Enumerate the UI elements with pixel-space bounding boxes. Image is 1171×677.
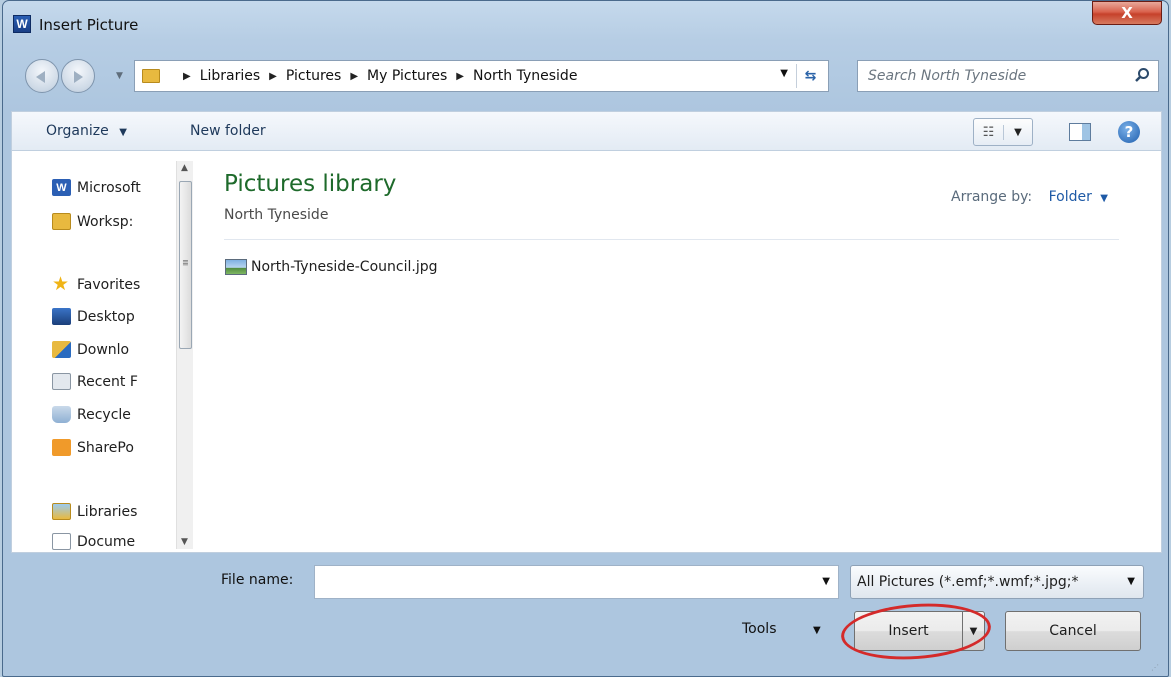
breadcrumb-arrow-icon[interactable]: ▶ (350, 71, 358, 82)
file-list-pane: Pictures library North Tyneside Arrange … (195, 151, 1162, 552)
arrange-by-label: Arrange by: (951, 189, 1033, 205)
search-box[interactable] (857, 60, 1159, 92)
breadcrumb-arrow-icon[interactable]: ▶ (456, 71, 464, 82)
close-icon: X (1121, 4, 1133, 22)
refresh-icon: ⇆ (804, 68, 817, 84)
insert-button[interactable]: Insert (855, 612, 963, 650)
back-button[interactable] (25, 59, 59, 93)
sharepoint-icon (52, 439, 71, 456)
nav-item-microsoft-word[interactable]: W Microsoft (52, 179, 194, 196)
view-options-icon[interactable]: ☷ (974, 124, 1004, 140)
breadcrumb-north-tyneside[interactable]: North Tyneside (473, 68, 577, 84)
tools-button[interactable]: Tools (742, 621, 777, 637)
nav-pane-scrollbar[interactable]: ▲ ═ ═ ▼ (176, 161, 193, 549)
organize-button[interactable]: Organize ▼ (46, 123, 127, 139)
desktop-icon (52, 308, 71, 325)
forward-button[interactable] (61, 59, 95, 93)
resize-grip-icon[interactable]: ⋰ (1151, 663, 1160, 672)
divider (224, 239, 1119, 240)
folder-icon (142, 69, 160, 83)
breadcrumb-arrow-icon[interactable]: ▶ (183, 71, 191, 82)
word-app-icon: W (13, 15, 31, 33)
search-input[interactable] (868, 68, 1128, 84)
chevron-down-icon[interactable]: ▼ (813, 625, 821, 636)
nav-item-recent-places[interactable]: Recent F (52, 373, 194, 390)
chevron-down-icon[interactable]: ▼ (963, 612, 984, 650)
breadcrumb-my-pictures[interactable]: My Pictures (367, 68, 447, 84)
title-bar: W Insert Picture X (3, 1, 1168, 47)
folder-icon (52, 213, 71, 230)
nav-item-libraries[interactable]: Libraries (52, 503, 194, 520)
change-view-button[interactable]: ☷ ▼ (973, 118, 1033, 146)
help-icon[interactable]: ? (1118, 121, 1140, 143)
nav-item-favorites[interactable]: ★ Favorites (52, 273, 194, 295)
breadcrumb: ▶ Libraries ▶ Pictures ▶ My Pictures ▶ N… (174, 68, 577, 84)
documents-icon (52, 533, 71, 550)
chevron-down-icon[interactable]: ▼ (822, 576, 830, 587)
image-file-icon (225, 259, 247, 275)
file-item[interactable]: North-Tyneside-Council.jpg (225, 259, 437, 275)
dialog-title: Insert Picture (39, 16, 139, 34)
word-icon: W (52, 179, 71, 196)
breadcrumb-libraries[interactable]: Libraries (200, 68, 260, 84)
star-icon: ★ (52, 273, 70, 295)
organize-label: Organize (46, 123, 109, 139)
nav-item-sharepoint[interactable]: SharePo (52, 439, 194, 456)
scroll-down-icon[interactable]: ▼ (181, 537, 188, 547)
chevron-down-icon[interactable]: ▼ (1127, 576, 1135, 587)
file-name-label: File name: (221, 572, 294, 588)
file-name-combobox[interactable]: ▼ (314, 565, 839, 599)
command-bar: Organize ▼ New folder ☷ ▼ ? (11, 111, 1162, 151)
recent-pages-dropdown[interactable]: ▼ (116, 71, 123, 81)
chevron-down-icon[interactable]: ▼ (1100, 193, 1108, 204)
new-folder-button[interactable]: New folder (190, 123, 266, 139)
scrollbar-thumb[interactable]: ═ ═ (179, 181, 192, 349)
nav-item-recycle-bin[interactable]: Recycle (52, 406, 194, 423)
scroll-up-icon[interactable]: ▲ (181, 163, 188, 173)
file-type-select[interactable]: All Pictures (*.emf;*.wmf;*.jpg;* ▼ (850, 565, 1144, 599)
navigation-pane: W Microsoft Worksp: ★ Favorites Desktop … (12, 151, 194, 552)
nav-item-desktop[interactable]: Desktop (52, 308, 194, 325)
recent-places-icon (52, 373, 71, 390)
grip-icon: ═ ═ (183, 257, 188, 269)
chevron-down-icon[interactable]: ▼ (1004, 127, 1032, 138)
navigation-row: ▼ ▶ Libraries ▶ Pictures ▶ My Pictures ▶… (3, 47, 1168, 107)
refresh-button[interactable]: ⇆ (796, 64, 824, 88)
file-name-field[interactable] (319, 566, 809, 596)
nav-item-downloads[interactable]: Downlo (52, 341, 194, 358)
close-button[interactable]: X (1092, 1, 1162, 25)
recycle-bin-icon (52, 406, 71, 423)
file-type-value: All Pictures (*.emf;*.wmf;*.jpg;* (857, 574, 1079, 590)
library-subtitle: North Tyneside (224, 207, 329, 223)
insert-picture-dialog: W Insert Picture X ▼ ▶ Libraries ▶ Pictu… (2, 0, 1169, 677)
libraries-icon (52, 503, 71, 520)
browser-content: W Microsoft Worksp: ★ Favorites Desktop … (11, 151, 1162, 553)
arrange-by: Arrange by: Folder ▼ (951, 189, 1108, 205)
preview-pane-icon[interactable] (1069, 123, 1091, 141)
nav-item-documents[interactable]: Docume (52, 533, 194, 550)
cancel-button[interactable]: Cancel (1005, 611, 1141, 651)
chevron-down-icon: ▼ (119, 127, 127, 138)
address-bar[interactable]: ▶ Libraries ▶ Pictures ▶ My Pictures ▶ N… (134, 60, 829, 92)
downloads-icon (52, 341, 71, 358)
insert-split-button[interactable]: Insert ▼ (854, 611, 985, 651)
breadcrumb-arrow-icon[interactable]: ▶ (269, 71, 277, 82)
library-title: Pictures library (224, 171, 397, 197)
arrange-by-value[interactable]: Folder (1049, 189, 1092, 205)
search-icon[interactable] (1134, 67, 1150, 83)
breadcrumb-pictures[interactable]: Pictures (286, 68, 341, 84)
file-name: North-Tyneside-Council.jpg (251, 259, 438, 275)
address-dropdown-icon[interactable]: ▼ (780, 68, 788, 79)
nav-item-workspace[interactable]: Worksp: (52, 213, 194, 230)
